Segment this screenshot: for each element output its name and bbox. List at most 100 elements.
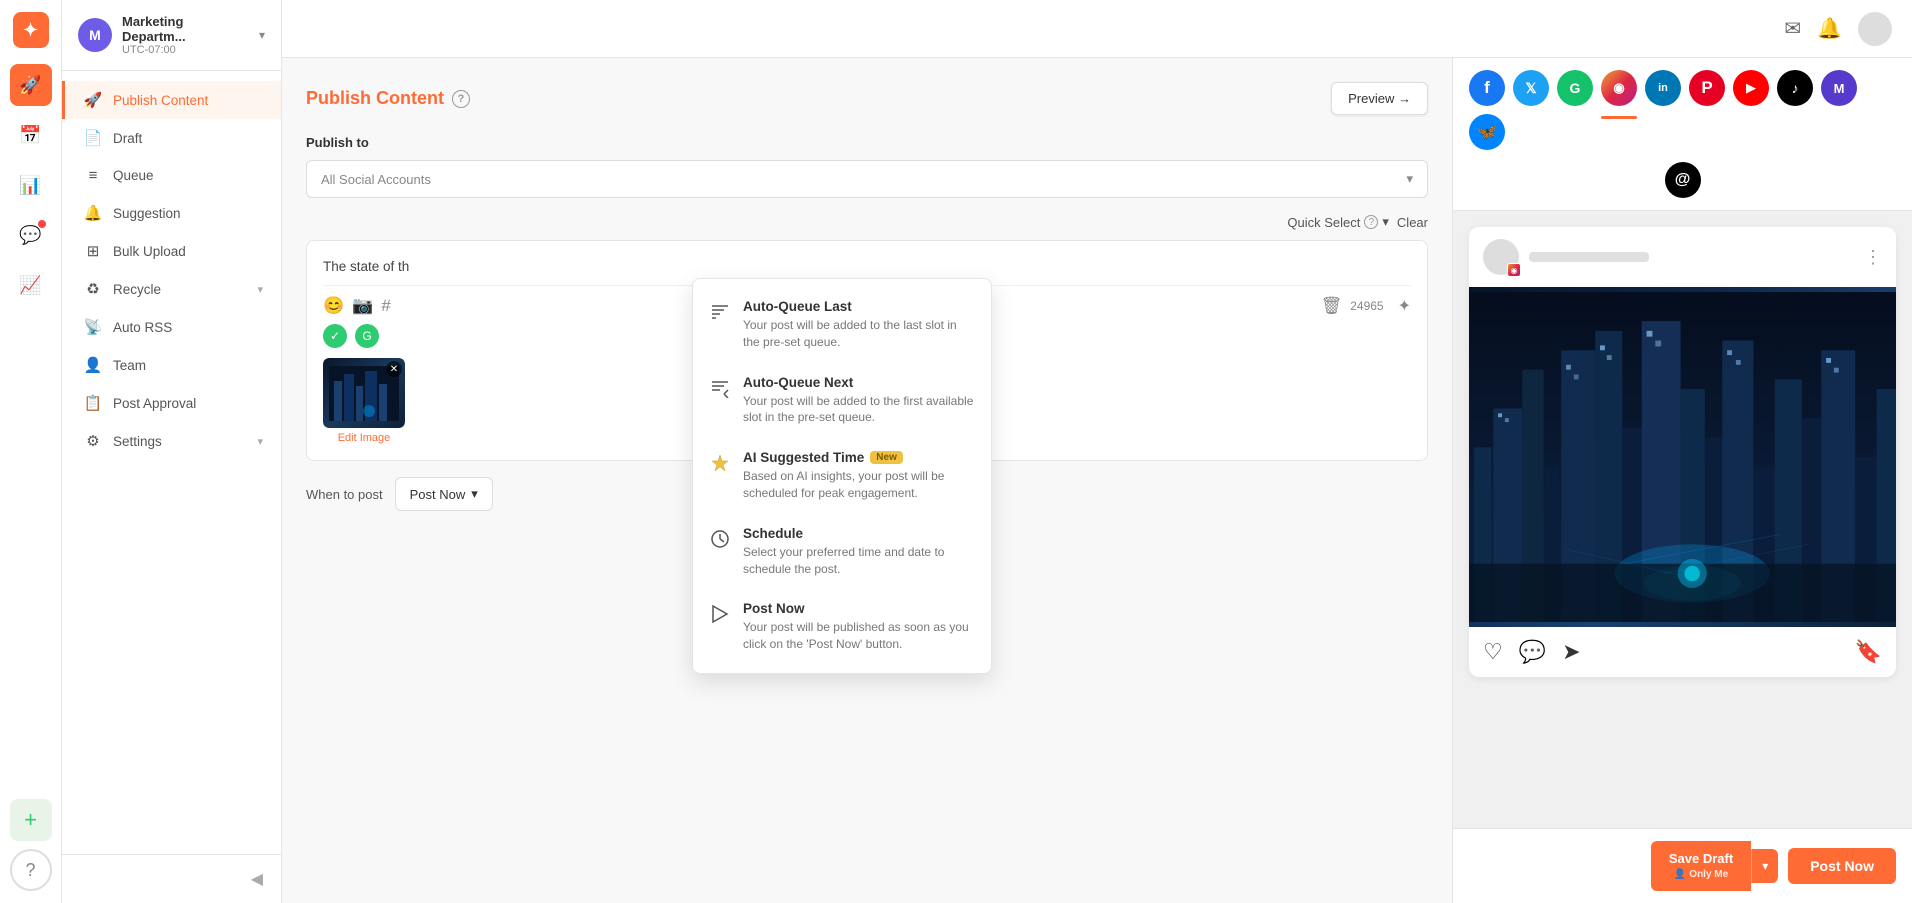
sidebar-item-team[interactable]: 👤 Team bbox=[62, 346, 281, 384]
nav-inbox-icon[interactable]: 💬 bbox=[10, 214, 52, 256]
sidebar-item-recycle[interactable]: ♻ Recycle ▾ bbox=[62, 270, 281, 308]
nav-reports-icon[interactable]: 📈 bbox=[10, 264, 52, 306]
quick-select-row: Quick Select ? ▾ Clear bbox=[306, 214, 1428, 230]
image-thumbnail: ✕ bbox=[323, 358, 405, 428]
settings-expand-icon[interactable]: ▾ bbox=[257, 435, 263, 448]
hashtag-icon[interactable]: # bbox=[381, 296, 390, 316]
sidebar-header[interactable]: M Marketing Departm... UTC-07:00 ▾ bbox=[62, 0, 281, 71]
bookmark-icon[interactable]: 🔖 bbox=[1855, 639, 1882, 665]
preview-avatar-platform-badge: ◉ bbox=[1507, 263, 1521, 277]
app-logo[interactable]: ✦ bbox=[13, 12, 49, 48]
post-now-select[interactable]: Post Now ▾ bbox=[395, 477, 493, 511]
sidebar-item-settings-label: Settings bbox=[113, 434, 162, 449]
sidebar-item-bulk-upload-label: Bulk Upload bbox=[113, 244, 186, 259]
sidebar-item-queue[interactable]: ≡ Queue bbox=[62, 157, 281, 194]
comment-icon[interactable]: 💬 bbox=[1519, 639, 1546, 665]
share-icon[interactable]: ➤ bbox=[1562, 639, 1580, 665]
social-accounts-placeholder: All Social Accounts bbox=[321, 172, 431, 187]
post-now-button[interactable]: Post Now bbox=[1788, 848, 1896, 884]
sidebar-item-team-label: Team bbox=[113, 358, 146, 373]
dropdown-menu: Auto-Queue Last Your post will be added … bbox=[692, 278, 992, 674]
draft-icon: 📄 bbox=[83, 129, 103, 147]
image-icon[interactable]: 📷 bbox=[352, 296, 373, 316]
threads-row: @ bbox=[1469, 162, 1896, 198]
save-draft-label: Save Draft bbox=[1669, 851, 1733, 868]
sidebar-collapse-button[interactable]: ◀ bbox=[62, 854, 281, 903]
nav-publish-icon[interactable]: 🚀 bbox=[10, 64, 52, 106]
linkedin-icon[interactable]: in bbox=[1645, 70, 1681, 106]
delete-icon[interactable]: 🗑 bbox=[1321, 296, 1343, 316]
dropdown-item-schedule[interactable]: Schedule Select your preferred time and … bbox=[693, 514, 991, 590]
nav-help-icon[interactable]: ? bbox=[10, 849, 52, 891]
help-icon[interactable]: ? bbox=[452, 90, 470, 108]
tiktok-icon[interactable]: ♪ bbox=[1777, 70, 1813, 106]
when-to-post-label: When to post bbox=[306, 487, 383, 502]
quick-select-chevron[interactable]: ▾ bbox=[1382, 214, 1389, 230]
nav-calendar-icon[interactable]: 📅 bbox=[10, 114, 52, 156]
collapse-icon: ◀ bbox=[251, 869, 263, 889]
like-icon[interactable]: ♡ bbox=[1483, 639, 1503, 665]
notification-badge bbox=[38, 220, 46, 228]
queue-icon: ≡ bbox=[83, 167, 103, 184]
save-draft-dropdown-button[interactable]: ▾ bbox=[1751, 849, 1778, 883]
nav-add-icon[interactable]: + bbox=[10, 799, 52, 841]
dropdown-item-ai-suggested[interactable]: AI Suggested Time New Based on AI insigh… bbox=[693, 438, 991, 514]
save-draft-button[interactable]: Save Draft 👤 Only Me bbox=[1651, 841, 1751, 891]
instagram-wrapper: ◉ bbox=[1601, 70, 1637, 106]
save-post-bar: Save Draft 👤 Only Me ▾ Post Now bbox=[1453, 828, 1912, 903]
preview-card-footer: ♡ 💬 ➤ 🔖 bbox=[1469, 627, 1896, 677]
edit-sparkle-icon[interactable]: ✦ bbox=[1398, 296, 1411, 316]
mastadon-icon[interactable]: M bbox=[1821, 70, 1857, 106]
sidebar-item-suggestion[interactable]: 🔔 Suggestion bbox=[62, 194, 281, 232]
nav-analytics-icon[interactable]: 📊 bbox=[10, 164, 52, 206]
emoji-icon[interactable]: 😊 bbox=[323, 296, 344, 316]
team-icon: 👤 bbox=[83, 356, 103, 374]
city-illustration bbox=[1469, 287, 1896, 627]
threads-icon[interactable]: @ bbox=[1665, 162, 1701, 198]
facebook-icon[interactable]: f bbox=[1469, 70, 1505, 106]
notifications-icon[interactable]: 🔔 bbox=[1817, 16, 1842, 41]
youtube-wrapper: ▶ bbox=[1733, 70, 1769, 106]
sidebar-item-draft[interactable]: 📄 Draft bbox=[62, 119, 281, 157]
messages-icon[interactable]: ✉ bbox=[1784, 16, 1801, 41]
social-accounts-select[interactable]: All Social Accounts ▾ bbox=[306, 160, 1428, 198]
preview-actions: ♡ 💬 ➤ bbox=[1483, 639, 1581, 665]
bulk-upload-icon: ⊞ bbox=[83, 242, 103, 260]
clear-button[interactable]: Clear bbox=[1397, 215, 1428, 230]
recycle-expand-icon[interactable]: ▾ bbox=[257, 283, 263, 296]
schedule-content: Schedule Select your preferred time and … bbox=[743, 526, 975, 578]
pinterest-icon[interactable]: P bbox=[1689, 70, 1725, 106]
publish-form: Publish Content ? Preview → Publish to A… bbox=[282, 58, 1452, 903]
preview-more-icon[interactable]: ⋮ bbox=[1864, 247, 1882, 268]
schedule-desc: Select your preferred time and date to s… bbox=[743, 544, 975, 578]
quick-select-help[interactable]: ? bbox=[1364, 215, 1378, 229]
settings-icon: ⚙ bbox=[83, 432, 103, 450]
user-avatar[interactable] bbox=[1858, 12, 1892, 46]
bluesky-icon[interactable]: 🦋 bbox=[1469, 114, 1505, 150]
youtube-icon[interactable]: ▶ bbox=[1733, 70, 1769, 106]
sidebar-item-publish[interactable]: 🚀 Publish Content bbox=[62, 81, 281, 119]
auto-queue-next-desc: Your post will be added to the first ava… bbox=[743, 393, 975, 427]
sidebar-item-settings[interactable]: ⚙ Settings ▾ bbox=[62, 422, 281, 460]
recycle-icon: ♻ bbox=[83, 280, 103, 298]
status-icon-green2: G bbox=[355, 324, 379, 348]
sidebar-item-publish-label: Publish Content bbox=[113, 93, 208, 108]
twitter-icon[interactable]: 𝕏 bbox=[1513, 70, 1549, 106]
dropdown-item-post-now[interactable]: Post Now Your post will be published as … bbox=[693, 589, 991, 665]
publish-title-text: Publish Content bbox=[306, 88, 444, 109]
edit-image-label[interactable]: Edit Image bbox=[338, 432, 391, 444]
sidebar-header-chevron[interactable]: ▾ bbox=[259, 28, 265, 42]
sidebar-item-post-approval[interactable]: 📋 Post Approval bbox=[62, 384, 281, 422]
grammarly-icon[interactable]: G bbox=[1557, 70, 1593, 106]
sidebar-item-auto-rss[interactable]: 📡 Auto RSS bbox=[62, 308, 281, 346]
auto-queue-last-title: Auto-Queue Last bbox=[743, 299, 975, 314]
mastadon-wrapper: M bbox=[1821, 70, 1857, 106]
sidebar-item-bulk-upload[interactable]: ⊞ Bulk Upload bbox=[62, 232, 281, 270]
publish-to-label: Publish to bbox=[306, 135, 1428, 150]
dropdown-item-auto-queue-next[interactable]: Auto-Queue Next Your post will be added … bbox=[693, 363, 991, 439]
org-avatar: M bbox=[78, 18, 112, 52]
instagram-icon[interactable]: ◉ bbox=[1601, 70, 1637, 106]
dropdown-item-auto-queue-last[interactable]: Auto-Queue Last Your post will be added … bbox=[693, 287, 991, 363]
sidebar-item-post-approval-label: Post Approval bbox=[113, 396, 196, 411]
preview-button[interactable]: Preview → bbox=[1331, 82, 1428, 115]
